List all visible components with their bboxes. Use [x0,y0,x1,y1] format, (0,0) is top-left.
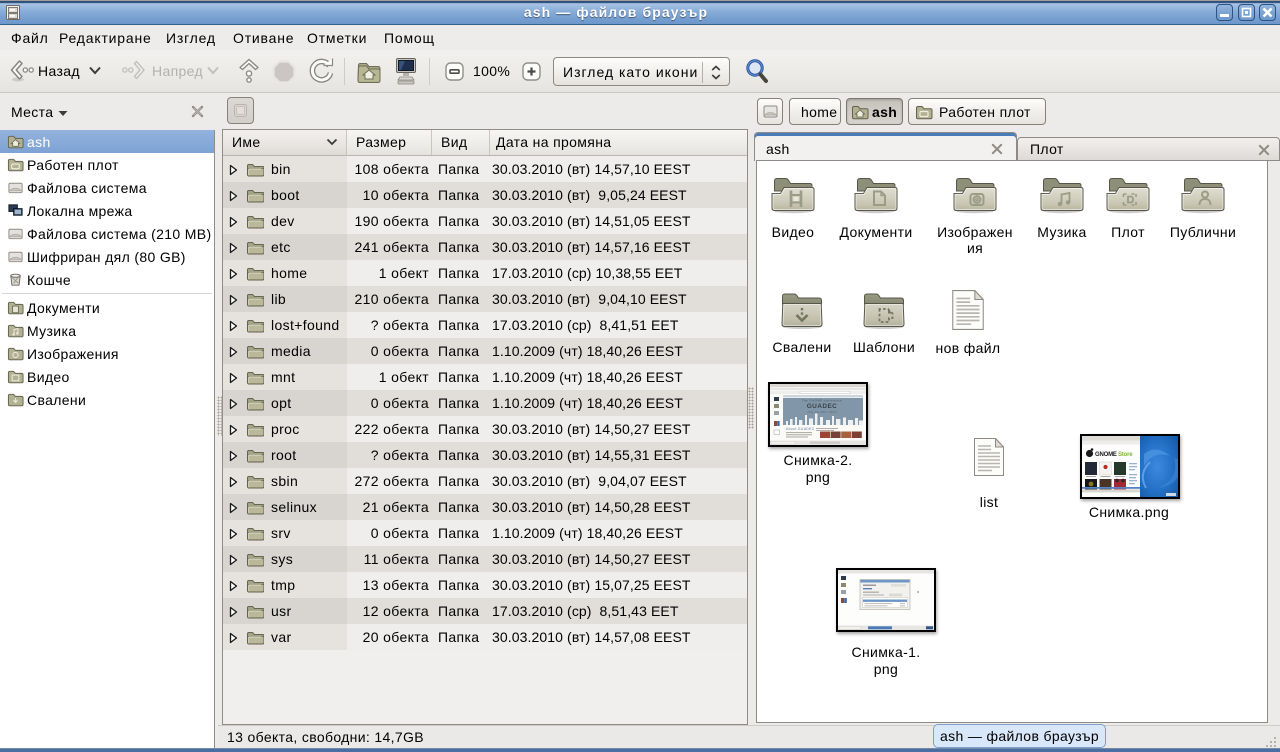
svg-text:GNOME: GNOME [1095,452,1117,458]
svg-text:Store: Store [1118,452,1133,458]
svg-text:The GNOME conference: The GNOME conference [802,399,842,403]
svg-text:July 24-30th 2010: July 24-30th 2010 [807,410,837,414]
svg-text:About GUADEC: About GUADEC [786,427,815,431]
svg-text:GUADEC: GUADEC [807,403,838,410]
